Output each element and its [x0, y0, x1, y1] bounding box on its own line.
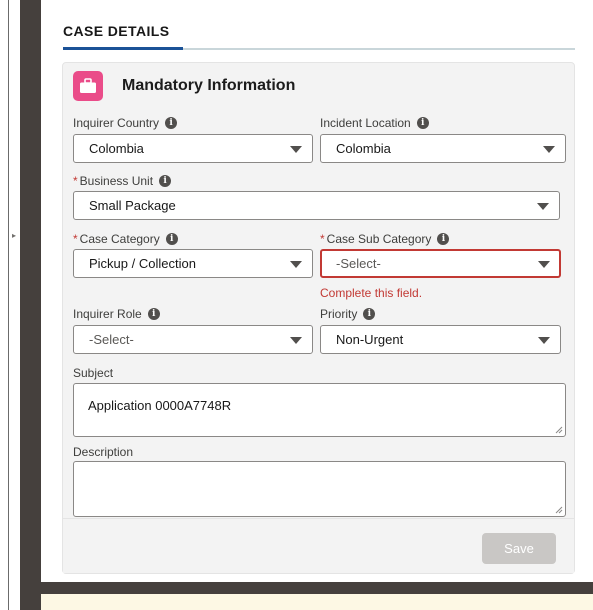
required-marker: *	[73, 174, 78, 188]
description-label: Description	[73, 445, 134, 459]
case-sub-category-label: * Case Sub Category i	[320, 232, 450, 246]
card-footer: Save	[63, 518, 574, 573]
case-sub-category-error: Complete this field.	[320, 286, 423, 300]
info-icon[interactable]: i	[437, 233, 450, 245]
inquirer-country-select[interactable]: Colombia	[73, 134, 313, 163]
info-icon[interactable]: i	[159, 175, 172, 187]
chevron-down-icon	[538, 337, 550, 344]
info-icon[interactable]: i	[416, 117, 429, 129]
case-category-select[interactable]: Pickup / Collection	[73, 249, 313, 278]
inquirer-role-label: Inquirer Role i	[73, 307, 160, 321]
required-marker: *	[320, 232, 325, 246]
case-sub-category-select[interactable]: -Select-	[320, 249, 561, 278]
subject-textarea[interactable]: Application 0000A7748R	[73, 383, 566, 437]
subject-label: Subject	[73, 366, 114, 380]
inquirer-role-select[interactable]: -Select-	[73, 325, 313, 354]
case-category-label: * Case Category i	[73, 232, 178, 246]
inquirer-country-label: Inquirer Country i	[73, 116, 178, 130]
mandatory-information-card: Mandatory Information Inquirer Country i …	[62, 62, 575, 574]
tab-case-details[interactable]: CASE DETAILS	[63, 22, 184, 50]
card-header: Mandatory Information	[73, 71, 295, 101]
case-details-tab-bar: CASE DETAILS	[63, 22, 575, 50]
resize-handle-icon[interactable]	[555, 506, 563, 514]
left-panel-edge	[0, 0, 9, 610]
save-button[interactable]: Save	[482, 533, 556, 564]
description-textarea[interactable]	[73, 461, 566, 517]
info-icon[interactable]: i	[165, 233, 178, 245]
chevron-down-icon	[543, 146, 555, 153]
chevron-down-icon	[290, 337, 302, 344]
briefcase-icon	[73, 71, 103, 101]
incident-location-label: Incident Location i	[320, 116, 429, 130]
notification-strip	[41, 594, 593, 610]
priority-select[interactable]: Non-Urgent	[320, 325, 561, 354]
required-marker: *	[73, 232, 78, 246]
chevron-down-icon	[290, 261, 302, 268]
resize-handle-icon[interactable]	[555, 426, 563, 434]
info-icon[interactable]: i	[363, 308, 376, 320]
business-unit-label: * Business Unit i	[73, 174, 172, 188]
business-unit-select[interactable]: Small Package	[73, 191, 560, 220]
incident-location-select[interactable]: Colombia	[320, 134, 566, 163]
info-icon[interactable]: i	[147, 308, 160, 320]
chevron-down-icon	[290, 146, 302, 153]
chevron-down-icon	[537, 203, 549, 210]
chevron-down-icon	[538, 261, 550, 268]
panel-divider	[20, 0, 41, 610]
card-title: Mandatory Information	[122, 77, 296, 94]
expand-panel-icon[interactable]: ▸	[10, 230, 18, 242]
bottom-divider	[20, 582, 593, 594]
priority-label: Priority i	[320, 307, 376, 321]
info-icon[interactable]: i	[165, 117, 178, 129]
